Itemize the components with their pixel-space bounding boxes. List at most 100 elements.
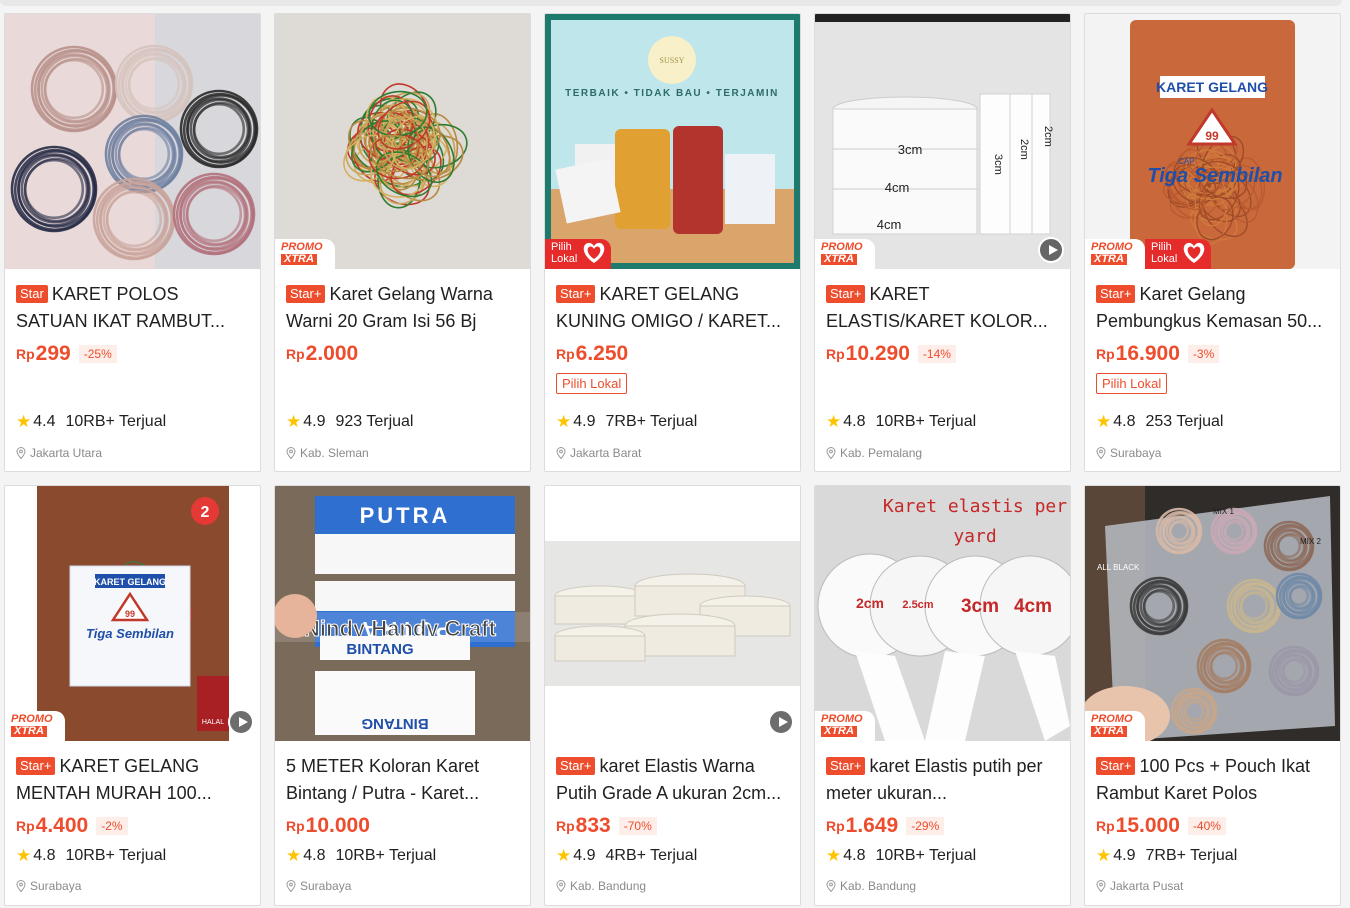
location-pin-icon (826, 447, 836, 459)
rating-value: 4.9 (1113, 847, 1136, 864)
pilih-lokal-tag: Pilih Lokal (556, 373, 628, 394)
promo-xtra-badge: PROMO XTRA (1085, 711, 1145, 741)
product-price: 10.290 (845, 342, 910, 365)
price-row: Rp 6.250 (556, 341, 789, 367)
play-video-icon[interactable] (228, 709, 254, 735)
currency-label: Rp (286, 818, 305, 834)
price-row: Rp 833 -70% (556, 813, 789, 839)
location-row: Kab. Pemalang (826, 446, 922, 460)
product-image[interactable]: PROMO XTRA (275, 14, 530, 269)
product-title[interactable]: Star+ karet Elastis putih per meter ukura… (826, 753, 1059, 807)
svg-text:2: 2 (201, 504, 210, 521)
svg-text:MIX 1: MIX 1 (1213, 507, 1234, 516)
discount-badge: -70% (618, 817, 657, 835)
product-image[interactable]: 3cm 4cm 4cm 3cm 2cm 2cm PROMO XTRA (815, 14, 1070, 269)
sold-count: 4RB+ Terjual (605, 847, 698, 864)
top-divider (0, 0, 1342, 6)
product-image[interactable] (545, 486, 800, 741)
product-image[interactable]: KARET GELANG 99 CAP Tiga Sembilan PROMO X… (1085, 14, 1340, 269)
svg-text:ALL BLACK: ALL BLACK (1097, 563, 1140, 572)
rating-value: 4.8 (33, 847, 56, 864)
product-title[interactable]: Star+ KARET ELASTIS/KARET KOLOR... (826, 281, 1059, 335)
star-icon: ★ (826, 412, 842, 431)
discount-badge: -29% (906, 817, 945, 835)
promo-xtra-badge: PROMO XTRA (815, 711, 875, 741)
shop-location: Kab. Bandung (570, 879, 647, 893)
sold-count: 253 Terjual (1145, 413, 1224, 430)
shop-location: Kab. Sleman (300, 446, 369, 460)
product-price: 1.649 (845, 814, 899, 837)
price-row: Rp 15.000 -40% (1096, 813, 1329, 839)
location-pin-icon (16, 447, 26, 459)
star-seller-badge: Star (16, 285, 48, 303)
star-seller-badge: Star+ (826, 285, 866, 303)
location-pin-icon (556, 447, 566, 459)
product-card[interactable]: Star KARET POLOS SATUAN IKAT RAMBUT... Rp… (4, 13, 261, 472)
product-card[interactable]: Star+ karet Elastis Warna Putih Grade A u… (544, 485, 801, 906)
currency-label: Rp (1096, 818, 1115, 834)
product-card[interactable]: MIX 1 MIX 2 ALL BLACK PROMO XTRA Star+ 100… (1084, 485, 1341, 906)
shop-location: Jakarta Barat (570, 446, 642, 460)
product-image[interactable]: KARET GELANG 99 Tiga Sembilan 2 HALAL PR… (5, 486, 260, 741)
location-row: Kab. Bandung (556, 879, 646, 893)
location-row: Jakarta Barat (556, 446, 641, 460)
product-price: 299 (35, 342, 71, 365)
rating-row: ★ 4.9 4RB+ Terjual (556, 846, 697, 866)
shop-location: Surabaya (300, 879, 352, 893)
product-card[interactable]: PROMO XTRA Star+ Karet Gelang Warna Warni … (274, 13, 531, 472)
svg-text:99: 99 (1205, 129, 1219, 143)
product-title[interactable]: Star+ 100 Pcs + Pouch Ikat Rambut Karet P… (1096, 753, 1329, 807)
pilih-lokal-tag: Pilih Lokal (1096, 373, 1168, 394)
location-pin-icon (286, 447, 296, 459)
product-title[interactable]: Star+ Karet Gelang Pembungkus Kemasan 50.… (1096, 281, 1329, 335)
product-image[interactable] (5, 14, 260, 269)
star-icon: ★ (1096, 412, 1112, 431)
price-row: Rp 10.290 -14% (826, 341, 1059, 367)
currency-label: Rp (16, 346, 35, 362)
shop-location: Surabaya (1110, 446, 1162, 460)
product-card[interactable]: KARET GELANG 99 Tiga Sembilan 2 HALAL PR… (4, 485, 261, 906)
product-title[interactable]: Star KARET POLOS SATUAN IKAT RAMBUT... (16, 281, 249, 335)
product-card[interactable]: PUTRA PUTRA Nindy Handy Craft BINTANG BI… (274, 485, 531, 906)
currency-label: Rp (826, 818, 845, 834)
product-title[interactable]: Star+ KARET GELANG KUNING OMIGO / KARET..… (556, 281, 789, 335)
svg-text:BINTANG: BINTANG (361, 715, 428, 732)
product-image[interactable]: PUTRA PUTRA Nindy Handy Craft BINTANG BI… (275, 486, 530, 741)
product-image[interactable]: Karet elastis per yard 2cm 2.5cm 3cm 4cm… (815, 486, 1070, 741)
promo-xtra-badge: PROMO XTRA (815, 239, 875, 269)
product-price: 6.250 (575, 342, 629, 365)
product-image[interactable]: SUSSY TERBAIK • TIDAK BAU • TERJAMIN Pil… (545, 14, 800, 269)
product-card[interactable]: Karet elastis per yard 2cm 2.5cm 3cm 4cm… (814, 485, 1071, 906)
product-price: 10.000 (305, 814, 370, 837)
svg-text:Tiga Sembilan: Tiga Sembilan (86, 626, 174, 641)
product-card[interactable]: SUSSY TERBAIK • TIDAK BAU • TERJAMIN Pil… (544, 13, 801, 472)
product-title[interactable]: Star+ karet Elastis Warna Putih Grade A u… (556, 753, 789, 807)
svg-text:4cm: 4cm (885, 180, 910, 195)
svg-text:4cm: 4cm (877, 217, 902, 232)
product-card[interactable]: 3cm 4cm 4cm 3cm 2cm 2cm PROMO XTRA Star+ K… (814, 13, 1071, 472)
star-seller-badge: Star+ (556, 757, 596, 775)
product-card[interactable]: KARET GELANG 99 CAP Tiga Sembilan PROMO X… (1084, 13, 1341, 472)
play-video-icon[interactable] (768, 709, 794, 735)
location-pin-icon (1096, 447, 1106, 459)
currency-label: Rp (286, 346, 305, 362)
rating-row: ★ 4.8 10RB+ Terjual (16, 846, 166, 866)
product-price: 15.000 (1115, 814, 1180, 837)
product-title[interactable]: 5 METER Koloran Karet Bintang / Putra - … (286, 753, 519, 807)
shop-location: Kab. Pemalang (840, 446, 923, 460)
play-video-icon[interactable] (1038, 237, 1064, 263)
rating-value: 4.9 (303, 413, 326, 430)
star-icon: ★ (16, 412, 32, 431)
sold-count: 10RB+ Terjual (65, 847, 167, 864)
svg-text:KARET GELANG: KARET GELANG (94, 577, 166, 587)
svg-text:Tiga Sembilan: Tiga Sembilan (1147, 165, 1282, 187)
star-icon: ★ (16, 846, 32, 865)
sold-count: 10RB+ Terjual (875, 847, 977, 864)
shop-location: Kab. Bandung (840, 879, 917, 893)
product-title[interactable]: Star+ Karet Gelang Warna Warni 20 Gram Is… (286, 281, 519, 335)
location-pin-icon (1096, 880, 1106, 892)
product-image[interactable]: MIX 1 MIX 2 ALL BLACK PROMO XTRA (1085, 486, 1340, 741)
rating-value: 4.9 (573, 413, 596, 430)
svg-text:HALAL: HALAL (202, 719, 224, 726)
product-title[interactable]: Star+ KARET GELANG MENTAH MURAH 100... (16, 753, 249, 807)
